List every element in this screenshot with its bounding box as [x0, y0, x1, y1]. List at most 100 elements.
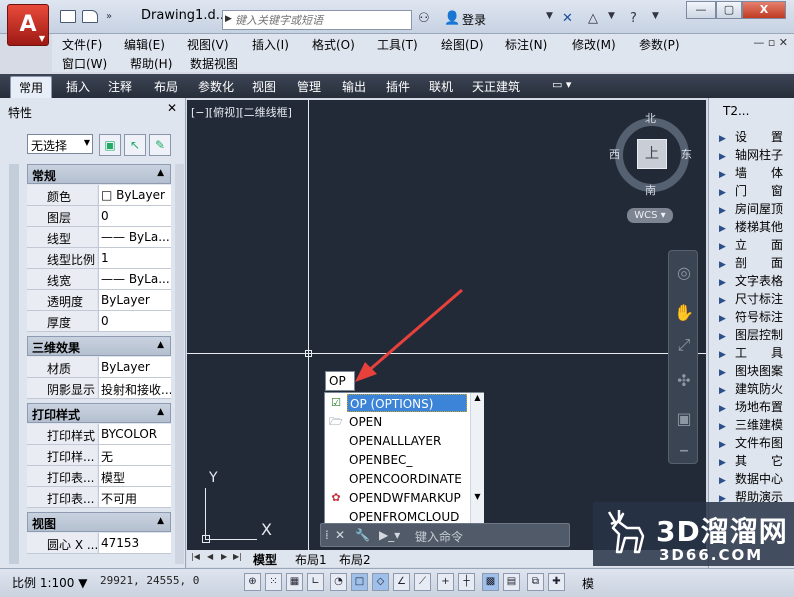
- open-folder-icon[interactable]: [82, 10, 98, 23]
- snap-mode-icon[interactable]: ⁙: [265, 573, 282, 591]
- help-dropdown-icon[interactable]: ▼: [652, 11, 659, 21]
- tab-tangent-architecture[interactable]: 天正建筑: [472, 78, 520, 95]
- properties-close-icon[interactable]: ✕: [167, 101, 177, 115]
- prev-layout-icon[interactable]: ◀: [207, 552, 213, 561]
- property-row[interactable]: 打印表... 模型: [27, 466, 171, 487]
- ortho-mode-icon[interactable]: ∟: [307, 573, 324, 591]
- login-dropdown-icon[interactable]: ▼: [546, 11, 553, 21]
- a360-dropdown-icon[interactable]: ▼: [608, 11, 615, 21]
- t2-menu-item[interactable]: ▶ 文件布图: [719, 434, 794, 452]
- tab-model[interactable]: 模型: [253, 551, 277, 568]
- wrench-icon[interactable]: 🔧: [355, 528, 370, 542]
- section-3d-effects[interactable]: 三维效果 ▲: [27, 336, 171, 356]
- tab-annotate[interactable]: 注释: [108, 78, 132, 95]
- minimize-button[interactable]: —: [686, 1, 716, 19]
- coordinates-readout[interactable]: 29921, 24555, 0: [100, 574, 199, 587]
- property-row[interactable]: 材质 ByLayer: [27, 357, 171, 378]
- tab-layout2[interactable]: 布局2: [339, 551, 371, 568]
- autocomplete-item[interactable]: OPENALLLAYER: [347, 432, 467, 450]
- help-icon[interactable]: ?: [630, 11, 637, 26]
- autocomplete-scrollbar[interactable]: ▲ ▼: [470, 393, 484, 523]
- tab-home[interactable]: 常用: [10, 76, 53, 98]
- t2-menu-item[interactable]: ▶ 轴网柱子: [719, 146, 794, 164]
- tab-manage[interactable]: 管理: [297, 78, 321, 95]
- property-row[interactable]: 透明度 ByLayer: [27, 290, 171, 311]
- command-input[interactable]: 键入命令: [415, 528, 463, 545]
- annotation-monitor-icon[interactable]: ✚: [548, 573, 565, 591]
- property-row[interactable]: 线宽 —— ByLa...: [27, 269, 171, 290]
- dynamic-ucs-icon[interactable]: ⟋: [414, 573, 431, 591]
- t2-menu-item[interactable]: ▶ 尺寸标注: [719, 290, 794, 308]
- command-prompt-icon[interactable]: ▶_▾: [379, 528, 400, 542]
- selection-dropdown[interactable]: 无选择 ▼: [27, 134, 93, 154]
- property-row[interactable]: 厚度 0: [27, 311, 171, 332]
- autocomplete-item[interactable]: OP (OPTIONS): [347, 394, 467, 412]
- lineweight-icon[interactable]: ┼: [458, 573, 475, 591]
- t2-menu-item[interactable]: ▶ 楼梯其他: [719, 218, 794, 236]
- tab-view[interactable]: 视图: [252, 78, 276, 95]
- menu-draw[interactable]: 绘图(D): [441, 36, 484, 53]
- application-menu-button[interactable]: A ▼: [7, 4, 49, 46]
- model-space-label[interactable]: 模: [582, 575, 594, 592]
- menu-help[interactable]: 帮助(H): [130, 55, 172, 72]
- a360-icon[interactable]: △: [588, 11, 598, 26]
- selection-cycling-icon[interactable]: ⧉: [527, 573, 544, 591]
- exchange-icon[interactable]: ✕: [562, 11, 573, 26]
- t2-menu-item[interactable]: ▶ 剖 面: [719, 254, 794, 272]
- t2-menu-item[interactable]: ▶ 建筑防火: [719, 380, 794, 398]
- 3d-object-snap-icon[interactable]: ◇: [372, 573, 389, 591]
- t2-menu-item[interactable]: ▶ 工 具: [719, 344, 794, 362]
- menu-data-view[interactable]: 数据视图: [190, 55, 238, 72]
- user-icon[interactable]: 👤: [444, 11, 460, 26]
- tab-online[interactable]: 联机: [429, 78, 453, 95]
- close-icon[interactable]: ✕: [335, 528, 345, 542]
- t2-menu-item[interactable]: ▶ 房间屋顶: [719, 200, 794, 218]
- menu-edit[interactable]: 编辑(E): [124, 36, 165, 53]
- autocomplete-item[interactable]: OPENDWFMARKUP: [347, 489, 467, 507]
- autocomplete-item[interactable]: OPENBEC_: [347, 451, 467, 469]
- t2-menu-item[interactable]: ▶ 符号标注: [719, 308, 794, 326]
- quick-properties-icon[interactable]: ▤: [503, 573, 520, 591]
- last-layout-icon[interactable]: ▶|: [233, 552, 242, 561]
- object-snap-icon[interactable]: □: [351, 573, 368, 591]
- menu-tools[interactable]: 工具(T): [377, 36, 418, 53]
- binoculars-icon[interactable]: ⚇: [418, 11, 430, 26]
- t2-menu-item[interactable]: ▶ 墙 体: [719, 164, 794, 182]
- section-general[interactable]: 常规 ▲: [27, 164, 171, 184]
- toggle-pickadd-icon[interactable]: ▣: [99, 134, 121, 156]
- property-row[interactable]: 线型比例 1: [27, 248, 171, 269]
- login-button[interactable]: 登录: [462, 11, 486, 28]
- menu-insert[interactable]: 插入(I): [252, 36, 289, 53]
- menu-view[interactable]: 视图(V): [187, 36, 229, 53]
- t2-menu-item[interactable]: ▶ 设 置: [719, 128, 794, 146]
- properties-scrollbar[interactable]: [175, 164, 184, 564]
- maximize-button[interactable]: ▢: [716, 1, 742, 19]
- tab-output[interactable]: 输出: [342, 78, 366, 95]
- select-objects-icon[interactable]: ↖: [124, 134, 146, 156]
- annotation-scale[interactable]: 比例 1:100 ▼: [12, 574, 87, 591]
- quick-select-icon[interactable]: ✎: [149, 134, 171, 156]
- dynamic-input-icon[interactable]: +: [437, 573, 454, 591]
- menu-window[interactable]: 窗口(W): [62, 55, 107, 72]
- property-row[interactable]: 打印样... 无: [27, 445, 171, 466]
- section-plot-style[interactable]: 打印样式 ▲: [27, 403, 171, 423]
- ribbon-toggle-icon[interactable]: ▭ ▾: [552, 78, 571, 91]
- close-button[interactable]: X: [742, 1, 786, 19]
- next-layout-icon[interactable]: ▶: [221, 552, 227, 561]
- menu-file[interactable]: 文件(F): [62, 36, 102, 53]
- menu-modify[interactable]: 修改(M): [572, 36, 616, 53]
- section-view[interactable]: 视图 ▲: [27, 512, 171, 532]
- property-row[interactable]: 圆心 X ... 47153: [27, 533, 171, 554]
- dynamic-input-box[interactable]: OP: [325, 371, 355, 391]
- property-row[interactable]: 阴影显示 投射和接收...: [27, 378, 171, 399]
- mdi-window-controls[interactable]: — ▫ ✕: [753, 36, 788, 49]
- t2-menu-item[interactable]: ▶ 场地布置: [719, 398, 794, 416]
- t2-menu-item[interactable]: ▶ 图层控制: [719, 326, 794, 344]
- t2-menu-item[interactable]: ▶ 门 窗: [719, 182, 794, 200]
- property-row[interactable]: 打印样式 BYCOLOR: [27, 424, 171, 445]
- new-file-icon[interactable]: [60, 10, 76, 23]
- property-row[interactable]: 线型 —— ByLa...: [27, 227, 171, 248]
- tab-parametric[interactable]: 参数化: [198, 78, 234, 95]
- command-line[interactable]: ⁞ ✕ 🔧 ▶_▾ 键入命令: [320, 523, 570, 547]
- first-layout-icon[interactable]: |◀: [191, 552, 200, 561]
